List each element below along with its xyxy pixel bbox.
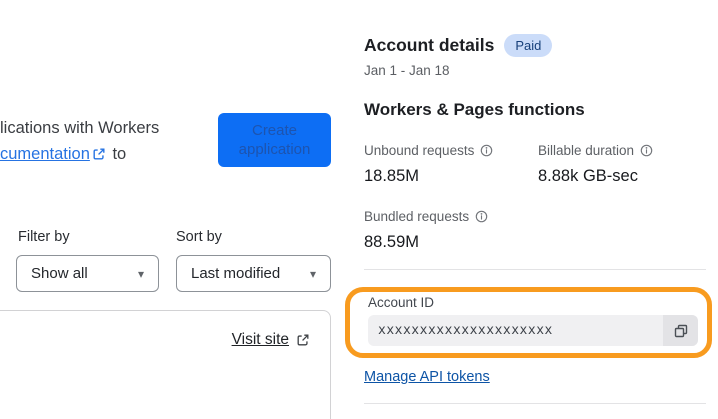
metric-bundled-requests: Bundled requests 88.59M bbox=[364, 209, 534, 252]
filter-by-label: Filter by bbox=[18, 229, 70, 245]
metric-label: Bundled requests bbox=[364, 209, 470, 224]
metric-unbound-requests: Unbound requests 18.85M bbox=[364, 143, 534, 186]
plan-badge: Paid bbox=[504, 34, 553, 57]
filter-select-value: Show all bbox=[31, 265, 88, 282]
account-id-label: Account ID bbox=[368, 295, 435, 310]
filter-select[interactable]: Show all ▾ bbox=[16, 255, 159, 292]
functions-section-title: Workers & Pages functions bbox=[364, 100, 585, 119]
sort-select-value: Last modified bbox=[191, 265, 281, 282]
info-icon[interactable] bbox=[640, 144, 653, 157]
sort-by-label: Sort by bbox=[176, 229, 222, 245]
info-icon[interactable] bbox=[480, 144, 493, 157]
metric-value: 8.88k GB-sec bbox=[538, 167, 638, 185]
external-link-icon bbox=[92, 147, 106, 161]
intro-line2-tail: to bbox=[107, 145, 127, 163]
metric-value: 18.85M bbox=[364, 167, 420, 185]
manage-api-tokens-link[interactable]: Manage API tokens bbox=[364, 369, 490, 385]
date-range: Jan 1 - Jan 18 bbox=[364, 63, 450, 78]
metric-label: Billable duration bbox=[538, 143, 635, 158]
intro-line1: lications with Workers bbox=[0, 119, 160, 137]
divider bbox=[364, 403, 706, 404]
copy-button[interactable] bbox=[663, 315, 698, 346]
metric-value: 88.59M bbox=[364, 233, 420, 251]
copy-icon bbox=[673, 323, 689, 339]
account-id-field: xxxxxxxxxxxxxxxxxxxxx bbox=[368, 315, 698, 346]
external-link-icon bbox=[296, 333, 310, 347]
sort-select[interactable]: Last modified ▾ bbox=[176, 255, 331, 292]
visit-site-label: Visit site bbox=[231, 331, 289, 348]
create-application-button[interactable]: Create application bbox=[218, 113, 331, 167]
documentation-link[interactable]: cumentation bbox=[0, 145, 90, 163]
chevron-down-icon: ▾ bbox=[309, 266, 316, 281]
visit-site-link[interactable]: Visit site bbox=[232, 331, 310, 349]
divider bbox=[364, 269, 706, 270]
metric-billable-duration: Billable duration 8.88k GB-sec bbox=[538, 143, 708, 186]
metric-label: Unbound requests bbox=[364, 143, 475, 158]
info-icon[interactable] bbox=[475, 210, 488, 223]
workers-dashboard: lications with Workers cumentation to Cr… bbox=[0, 0, 718, 419]
chevron-down-icon: ▾ bbox=[137, 266, 144, 281]
account-id-value[interactable]: xxxxxxxxxxxxxxxxxxxxx bbox=[368, 315, 663, 346]
site-card: Visit site bbox=[0, 310, 331, 419]
account-details-title: Account details bbox=[364, 35, 495, 55]
account-details-header: Account details Paid bbox=[364, 34, 553, 57]
intro-text: lications with Workers cumentation to bbox=[0, 115, 220, 167]
